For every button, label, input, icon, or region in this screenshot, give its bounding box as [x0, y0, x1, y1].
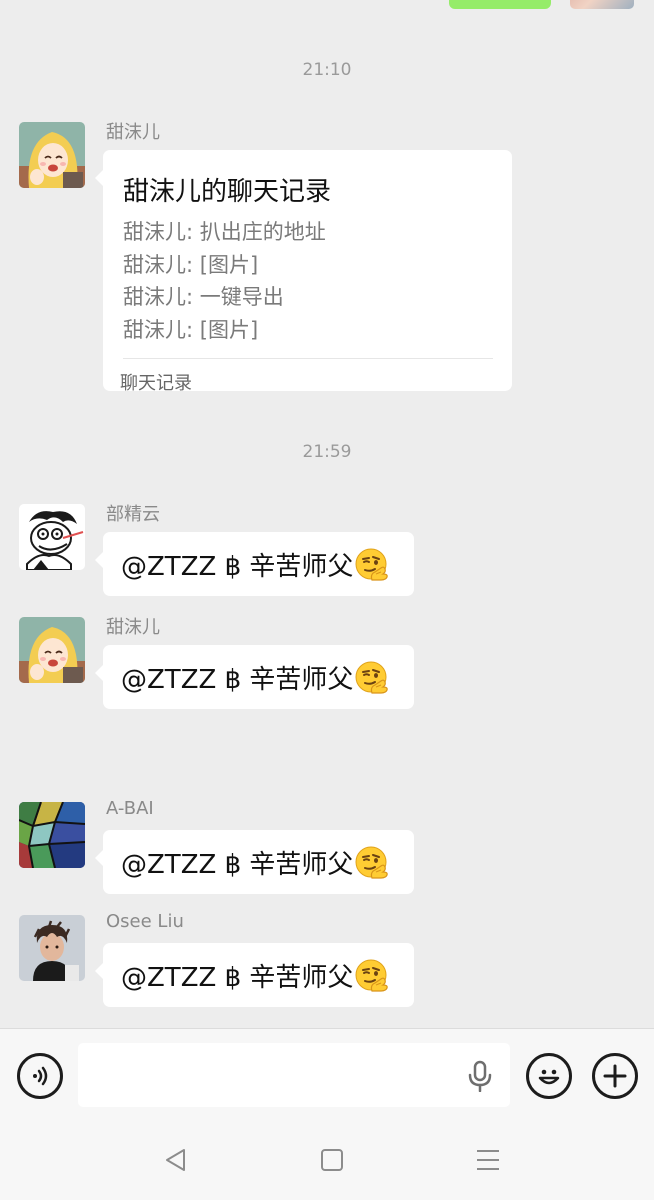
voice-icon: [33, 1066, 48, 1086]
voice-button[interactable]: [17, 1053, 63, 1099]
cartoon-girl-avatar-image: [19, 122, 85, 188]
chat-record-title: 甜沫儿的聊天记录: [123, 177, 332, 207]
chat-area[interactable]: 21:10 甜沫儿 甜沫儿的聊天记录 甜沫儿: 扒出庄的地址 甜沫儿: [图片]…: [0, 0, 654, 1028]
home-square-icon[interactable]: [319, 1147, 345, 1173]
sent-message-bubble-partial[interactable]: [449, 0, 551, 9]
chat-record-line: 甜沫儿: [图片]: [123, 317, 259, 342]
back-triangle-icon[interactable]: [163, 1147, 189, 1173]
sender-name: 甜沫儿: [106, 122, 160, 143]
salute-face-emoji-icon: [355, 845, 389, 879]
chat-record-line: 甜沫儿: 扒出庄的地址: [123, 220, 326, 244]
menu-lines-icon[interactable]: [475, 1147, 501, 1173]
message-text: @ZTZZ ฿ 辛苦师父: [121, 551, 354, 582]
avatar[interactable]: [19, 802, 85, 868]
message-input[interactable]: [78, 1043, 510, 1107]
plus-icon: [603, 1064, 627, 1088]
timestamp: 21:59: [302, 442, 352, 462]
input-bar: [0, 1028, 654, 1122]
message-bubble[interactable]: @ZTZZ ฿ 辛苦师父: [95, 645, 414, 709]
timestamp: 21:10: [302, 60, 352, 80]
message-text: @ZTZZ ฿ 辛苦师父: [121, 849, 354, 880]
microphone-icon[interactable]: [467, 1060, 493, 1092]
sender-name: 甜沫儿: [106, 617, 160, 638]
salute-face-emoji-icon: [355, 547, 389, 581]
sender-name: Osee Liu: [106, 911, 184, 932]
message-bubble[interactable]: @ZTZZ ฿ 辛苦师父: [95, 943, 414, 1007]
man-portrait-avatar-image: [19, 915, 85, 981]
cartoon-girl-avatar-image: [19, 617, 85, 683]
avatar[interactable]: [19, 122, 85, 188]
more-button[interactable]: [592, 1053, 638, 1099]
sender-name: A-BAI: [106, 798, 154, 819]
avatar[interactable]: [19, 617, 85, 683]
stained-glass-avatar-image: [19, 802, 85, 868]
sketch-face-avatar-image: [19, 504, 85, 570]
smiley-icon: [538, 1069, 560, 1085]
salute-face-emoji-icon: [355, 660, 389, 694]
sender-name: 部精云: [106, 504, 160, 525]
avatar[interactable]: [19, 504, 85, 570]
chat-record-card[interactable]: 甜沫儿的聊天记录 甜沫儿: 扒出庄的地址 甜沫儿: [图片] 甜沫儿: 一键导出…: [95, 150, 512, 394]
message-text: @ZTZZ ฿ 辛苦师父: [121, 664, 354, 695]
chat-record-line: 甜沫儿: 一键导出: [123, 285, 284, 309]
chat-record-line: 甜沫儿: [图片]: [123, 252, 259, 277]
system-nav-bar: [0, 1122, 654, 1200]
emoji-button[interactable]: [526, 1053, 572, 1099]
chat-record-label: 聊天记录: [120, 373, 192, 394]
self-avatar-partial[interactable]: [570, 0, 634, 9]
message-bubble[interactable]: @ZTZZ ฿ 辛苦师父: [95, 830, 414, 894]
message-bubble[interactable]: @ZTZZ ฿ 辛苦师父: [95, 532, 414, 596]
avatar[interactable]: [19, 915, 85, 981]
salute-face-emoji-icon: [355, 958, 389, 992]
message-text: @ZTZZ ฿ 辛苦师父: [121, 962, 354, 993]
